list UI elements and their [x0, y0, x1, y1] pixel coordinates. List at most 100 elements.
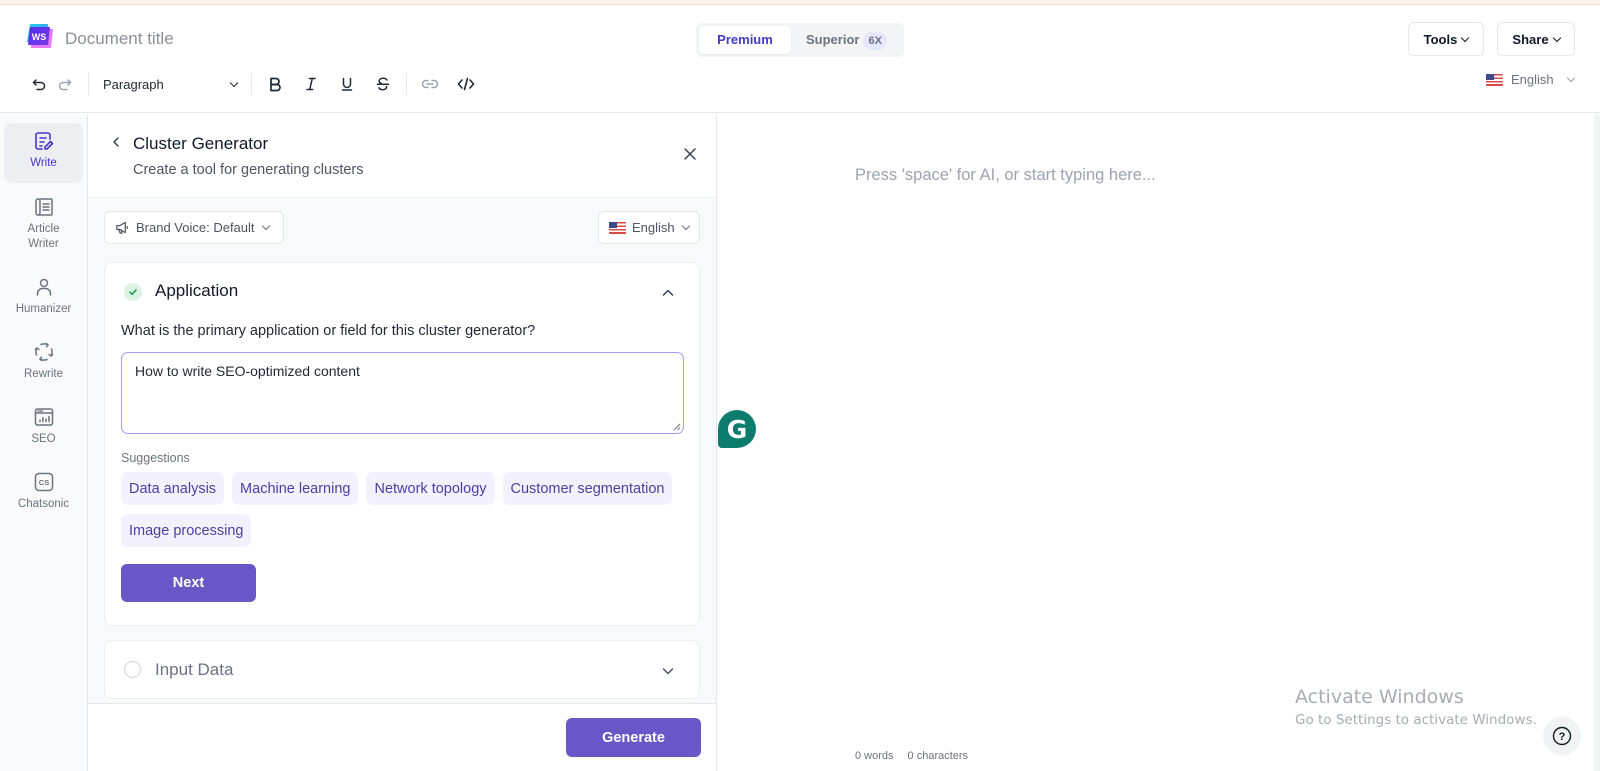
suggestion-chip[interactable]: Image processing [121, 514, 252, 547]
sidebar-item-chatsonic[interactable]: CS Chatsonic [4, 471, 83, 512]
brand-voice-dropdown[interactable]: Brand Voice: Default [104, 211, 284, 244]
step-application: Application What is the primary applicat… [104, 262, 700, 626]
sidebar-item-rewrite[interactable]: Rewrite [4, 341, 83, 382]
tools-dropdown-button[interactable]: Tools [1408, 22, 1484, 56]
panel-footer: Generate [88, 703, 716, 771]
output-language-label: English [632, 220, 675, 235]
sidebar-item-label: Humanizer [15, 303, 72, 315]
chevron-down-icon [261, 221, 270, 231]
sidebar-item-label: Chatsonic [17, 498, 70, 510]
next-button[interactable]: Next [121, 564, 256, 602]
us-flag-icon [1486, 73, 1503, 86]
svg-text:CS: CS [38, 478, 48, 487]
sidebar-item-humanizer[interactable]: Humanizer [4, 276, 83, 317]
suggestion-chips: Data analysis Machine learning Network t… [121, 472, 681, 547]
sidebar-item-article-writer[interactable]: Article Writer [4, 196, 83, 252]
underline-icon[interactable] [334, 71, 360, 97]
formatting-toolbar: Paragraph [26, 71, 479, 97]
seo-chart-icon [34, 408, 53, 426]
us-flag-icon [609, 221, 626, 234]
article-writer-icon [34, 198, 53, 216]
suggestion-chip[interactable]: Machine learning [232, 472, 359, 505]
bold-icon[interactable] [262, 71, 288, 97]
toolbar-divider [406, 73, 407, 95]
expand-step-button[interactable] [658, 661, 678, 681]
document-language-label: English [1511, 72, 1554, 87]
brand-voice-label: Brand Voice: Default [136, 220, 255, 235]
step-question: What is the primary application or field… [121, 323, 536, 339]
suggestion-chip[interactable]: Network topology [366, 472, 495, 505]
strikethrough-icon[interactable] [370, 71, 396, 97]
sidebar-item-write[interactable]: Write [4, 123, 83, 183]
step-title: Input Data [155, 660, 234, 679]
undo-icon[interactable] [26, 71, 52, 97]
resize-handle-icon[interactable] [673, 423, 681, 431]
step-input-data[interactable]: Input Data [104, 640, 700, 699]
help-icon: ? [1552, 726, 1572, 746]
chevron-down-icon [229, 78, 239, 87]
chevron-down-icon [662, 668, 674, 675]
close-icon [684, 148, 696, 160]
cluster-generator-panel: Cluster Generator Create a tool for gene… [88, 114, 717, 771]
output-language-dropdown[interactable]: English [598, 211, 700, 244]
tools-label: Tools [1423, 31, 1458, 47]
sidebar-item-seo[interactable]: SEO [4, 406, 83, 447]
document-stats: 0 words 0 characters [855, 750, 968, 762]
panel-title: Cluster Generator [133, 134, 269, 153]
document-title-input[interactable]: Document title [65, 29, 174, 49]
megaphone-icon [116, 221, 128, 234]
link-icon[interactable] [417, 71, 443, 97]
suggestions-label: Suggestions [121, 451, 190, 465]
rewrite-icon [34, 342, 53, 362]
panel-subtitle: Create a tool for generating clusters [133, 162, 364, 178]
toolbar-divider [88, 73, 89, 95]
activate-subtitle: Go to Settings to activate Windows. [1295, 712, 1537, 728]
writesonic-logo[interactable]: WS [24, 21, 54, 51]
check-icon [129, 289, 137, 296]
chevron-left-icon [113, 137, 119, 147]
header: WS Document title Premium Superior 6X Too… [0, 5, 1600, 113]
chevron-down-icon [1566, 73, 1575, 83]
application-input[interactable]: How to write SEO-optimized content [121, 352, 684, 434]
sidebar-item-label: Write [30, 157, 57, 169]
block-format-label: Paragraph [103, 76, 164, 92]
suggestion-chip[interactable]: Customer segmentation [502, 472, 673, 505]
back-button[interactable] [106, 132, 126, 152]
generate-button[interactable]: Generate [566, 718, 701, 757]
document-editor[interactable]: Press 'space' for AI, or start typing he… [718, 114, 1594, 771]
svg-text:?: ? [1559, 731, 1566, 743]
windows-activation-watermark: Activate Windows Go to Settings to activ… [1295, 686, 1537, 728]
person-icon [36, 278, 51, 296]
chevron-down-icon [1461, 33, 1470, 42]
chatsonic-icon: CS [34, 472, 53, 492]
code-icon[interactable] [453, 71, 479, 97]
word-count: 0 words [855, 750, 894, 762]
sidebar-item-label: SEO [31, 433, 56, 445]
activate-title: Activate Windows [1295, 686, 1464, 708]
italic-icon[interactable] [298, 71, 324, 97]
help-button[interactable]: ? [1543, 717, 1581, 755]
plan-superior-label: Superior [806, 32, 860, 47]
toolbar-divider [251, 73, 252, 95]
document-language-selector[interactable]: English [1486, 72, 1575, 87]
write-icon [34, 132, 53, 150]
collapse-step-button[interactable] [658, 283, 678, 303]
grammarly-button[interactable]: G [718, 410, 756, 448]
editor-scrollbar[interactable] [1594, 114, 1600, 771]
block-format-select[interactable]: Paragraph [99, 71, 241, 97]
share-label: Share [1512, 31, 1549, 47]
step-complete-icon [124, 283, 142, 301]
sidebar: Write Article Writer Humanizer Rewrite S… [0, 114, 88, 771]
character-count: 0 characters [907, 750, 969, 762]
plan-superior-option[interactable]: Superior 6X [806, 26, 887, 54]
editor-placeholder[interactable]: Press 'space' for AI, or start typing he… [855, 166, 1156, 185]
svg-text:WS: WS [32, 32, 47, 42]
redo-icon[interactable] [52, 71, 78, 97]
share-dropdown-button[interactable]: Share [1497, 22, 1575, 56]
step-pending-icon [124, 661, 141, 678]
suggestion-chip[interactable]: Data analysis [121, 472, 225, 505]
panel-header: Cluster Generator Create a tool for gene… [88, 114, 716, 198]
plan-premium-option[interactable]: Premium [699, 26, 791, 54]
close-panel-button[interactable] [680, 144, 700, 164]
chevron-up-icon [662, 289, 674, 296]
